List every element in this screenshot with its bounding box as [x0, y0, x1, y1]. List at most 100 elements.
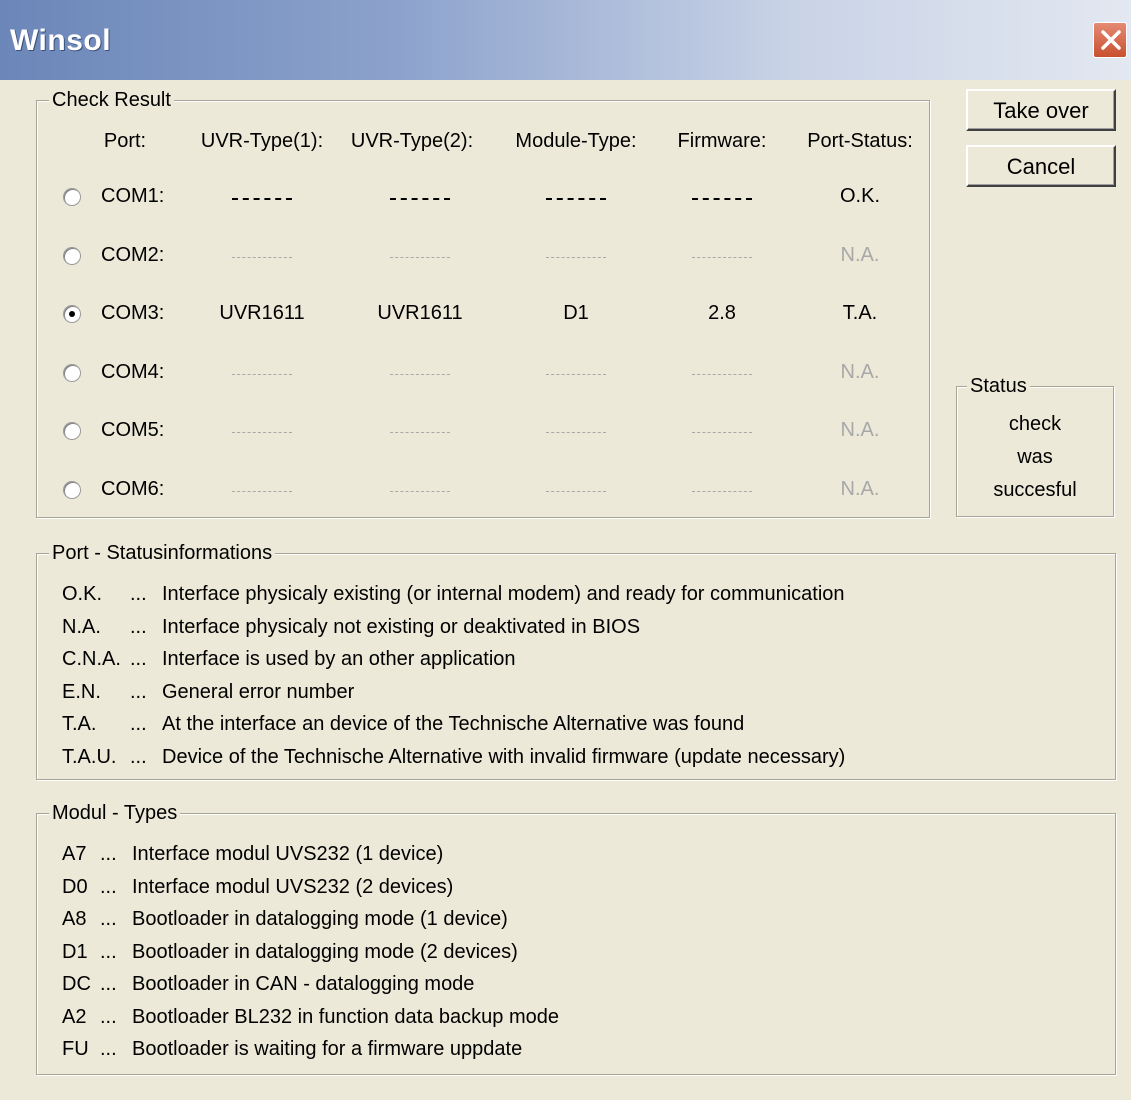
port-name: COM2: — [101, 244, 165, 266]
port-status-description: General error number — [162, 680, 355, 703]
check-result-label: Check Result — [49, 87, 174, 113]
module-type-separator: ... — [100, 908, 117, 930]
empty-value-dashes — [546, 257, 606, 258]
empty-value-dashes — [692, 198, 752, 200]
port-row[interactable]: COM3: UVR1611 UVR1611 D1 2.8 T.A. — [0, 301, 930, 341]
port-status-separator: ... — [130, 680, 147, 703]
cell-port-status: N.A. — [840, 244, 880, 266]
header-uvr-type-2: UVR-Type(2): — [350, 130, 474, 152]
empty-value-dashes — [546, 198, 606, 200]
empty-value-dashes — [546, 374, 606, 375]
cell-uvr-type-1: UVR1611 — [219, 302, 305, 324]
port-row[interactable]: COM5: N.A. — [0, 418, 930, 458]
module-type-item: A8... Bootloader in datalogging mode (1 d… — [62, 903, 559, 936]
empty-value-dashes — [692, 374, 752, 375]
port-name: COM6: — [101, 478, 165, 500]
status-message: check was succesful — [956, 408, 1114, 507]
port-status-legend: O.K.... Interface physicaly existing (or … — [62, 578, 845, 773]
module-type-separator: ... — [100, 843, 117, 865]
port-radio-button[interactable] — [63, 188, 81, 206]
port-status-separator: ... — [130, 745, 147, 768]
port-name: COM3: — [101, 302, 165, 324]
port-status-item: O.K.... Interface physicaly existing (or … — [62, 578, 845, 611]
status-line-1: check — [1008, 413, 1062, 435]
empty-value-dashes — [232, 491, 292, 492]
status-label: Status — [967, 373, 1030, 399]
port-status-code: C.N.A. — [62, 648, 121, 670]
module-type-code: A7 — [62, 843, 87, 865]
window-title: Winsol — [10, 24, 112, 57]
module-type-description: Bootloader in CAN - datalogging mode — [132, 973, 475, 995]
port-status-separator: ... — [130, 583, 147, 605]
module-type-code: D1 — [62, 940, 88, 963]
header-port-status: Port-Status: — [807, 130, 913, 152]
port-row[interactable]: COM1: O.K. — [0, 184, 930, 224]
cell-module-type: D1 — [563, 302, 589, 324]
port-status-item: T.A.U.... Device of the Technische Altern… — [62, 741, 845, 774]
port-status-info-label: Port - Statusinformations — [49, 540, 276, 566]
module-type-item: D1... Bootloader in datalogging mode (2 d… — [62, 936, 559, 969]
module-type-item: A2... Bootloader BL232 in function data b… — [62, 1001, 559, 1034]
title-bar[interactable]: Winsol — [0, 0, 1131, 80]
port-status-separator: ... — [130, 615, 147, 638]
empty-value-dashes — [546, 432, 606, 433]
port-status-code: N.A. — [62, 615, 101, 638]
port-status-description: Interface physicaly existing (or interna… — [162, 583, 845, 605]
cancel-button[interactable]: Cancel — [966, 145, 1116, 187]
port-name: COM1: — [101, 185, 165, 207]
module-type-item: D0... Interface modul UVS232 (2 devices) — [62, 871, 559, 904]
port-status-description: Interface physicaly not existing or deak… — [162, 615, 641, 638]
port-radio-button[interactable] — [63, 422, 81, 440]
empty-value-dashes — [232, 198, 292, 200]
empty-value-dashes — [692, 491, 752, 492]
port-name: COM4: — [101, 361, 165, 383]
empty-value-dashes — [390, 198, 450, 200]
port-row[interactable]: COM6: N.A. — [0, 477, 930, 517]
port-radio-button[interactable] — [63, 247, 81, 265]
module-type-separator: ... — [100, 973, 117, 995]
port-status-description: At the interface an device of the Techni… — [162, 713, 745, 735]
port-name: COM5: — [101, 419, 165, 441]
module-type-description: Bootloader is waiting for a firmware upp… — [132, 1038, 523, 1060]
module-type-code: A8 — [62, 908, 87, 930]
port-status-code: T.A.U. — [62, 745, 117, 768]
port-radio-button[interactable] — [63, 481, 81, 499]
module-type-separator: ... — [100, 875, 117, 898]
port-row[interactable]: COM2: N.A. — [0, 243, 930, 283]
module-type-separator: ... — [100, 1005, 117, 1028]
module-types-legend: A7... Interface modul UVS232 (1 device) D0… — [62, 838, 559, 1066]
port-status-separator: ... — [130, 713, 147, 735]
empty-value-dashes — [692, 432, 752, 433]
port-row[interactable]: COM4: N.A. — [0, 360, 930, 400]
module-types-label: Modul - Types — [49, 800, 181, 826]
module-type-description: Bootloader in datalogging mode (1 device… — [132, 908, 508, 930]
port-status-separator: ... — [130, 648, 147, 670]
cell-uvr-type-2: UVR1611 — [377, 302, 463, 324]
module-type-description: Interface modul UVS232 (1 device) — [132, 843, 444, 865]
module-type-description: Bootloader in datalogging mode (2 device… — [132, 940, 518, 963]
empty-value-dashes — [390, 491, 450, 492]
port-status-description: Device of the Technische Alternative wit… — [162, 745, 846, 768]
module-type-description: Interface modul UVS232 (2 devices) — [132, 875, 454, 898]
module-type-separator: ... — [100, 1038, 117, 1060]
module-type-code: FU — [62, 1038, 89, 1060]
empty-value-dashes — [390, 432, 450, 433]
cell-port-status: T.A. — [842, 302, 878, 324]
module-type-item: FU... Bootloader is waiting for a firmwar… — [62, 1033, 559, 1066]
close-button[interactable] — [1093, 22, 1127, 58]
empty-value-dashes — [390, 257, 450, 258]
empty-value-dashes — [232, 432, 292, 433]
port-status-item: E.N.... General error number — [62, 676, 845, 709]
module-type-code: A2 — [62, 1005, 87, 1028]
port-radio-button[interactable] — [63, 305, 81, 323]
take-over-button[interactable]: Take over — [966, 89, 1116, 131]
cell-port-status: N.A. — [840, 478, 880, 500]
module-type-description: Bootloader BL232 in function data backup… — [132, 1005, 559, 1028]
empty-value-dashes — [546, 491, 606, 492]
header-uvr-type-1: UVR-Type(1): — [200, 130, 324, 152]
port-radio-button[interactable] — [63, 364, 81, 382]
cell-port-status: O.K. — [839, 185, 880, 207]
port-status-code: T.A. — [62, 713, 97, 735]
empty-value-dashes — [232, 257, 292, 258]
empty-value-dashes — [232, 374, 292, 375]
